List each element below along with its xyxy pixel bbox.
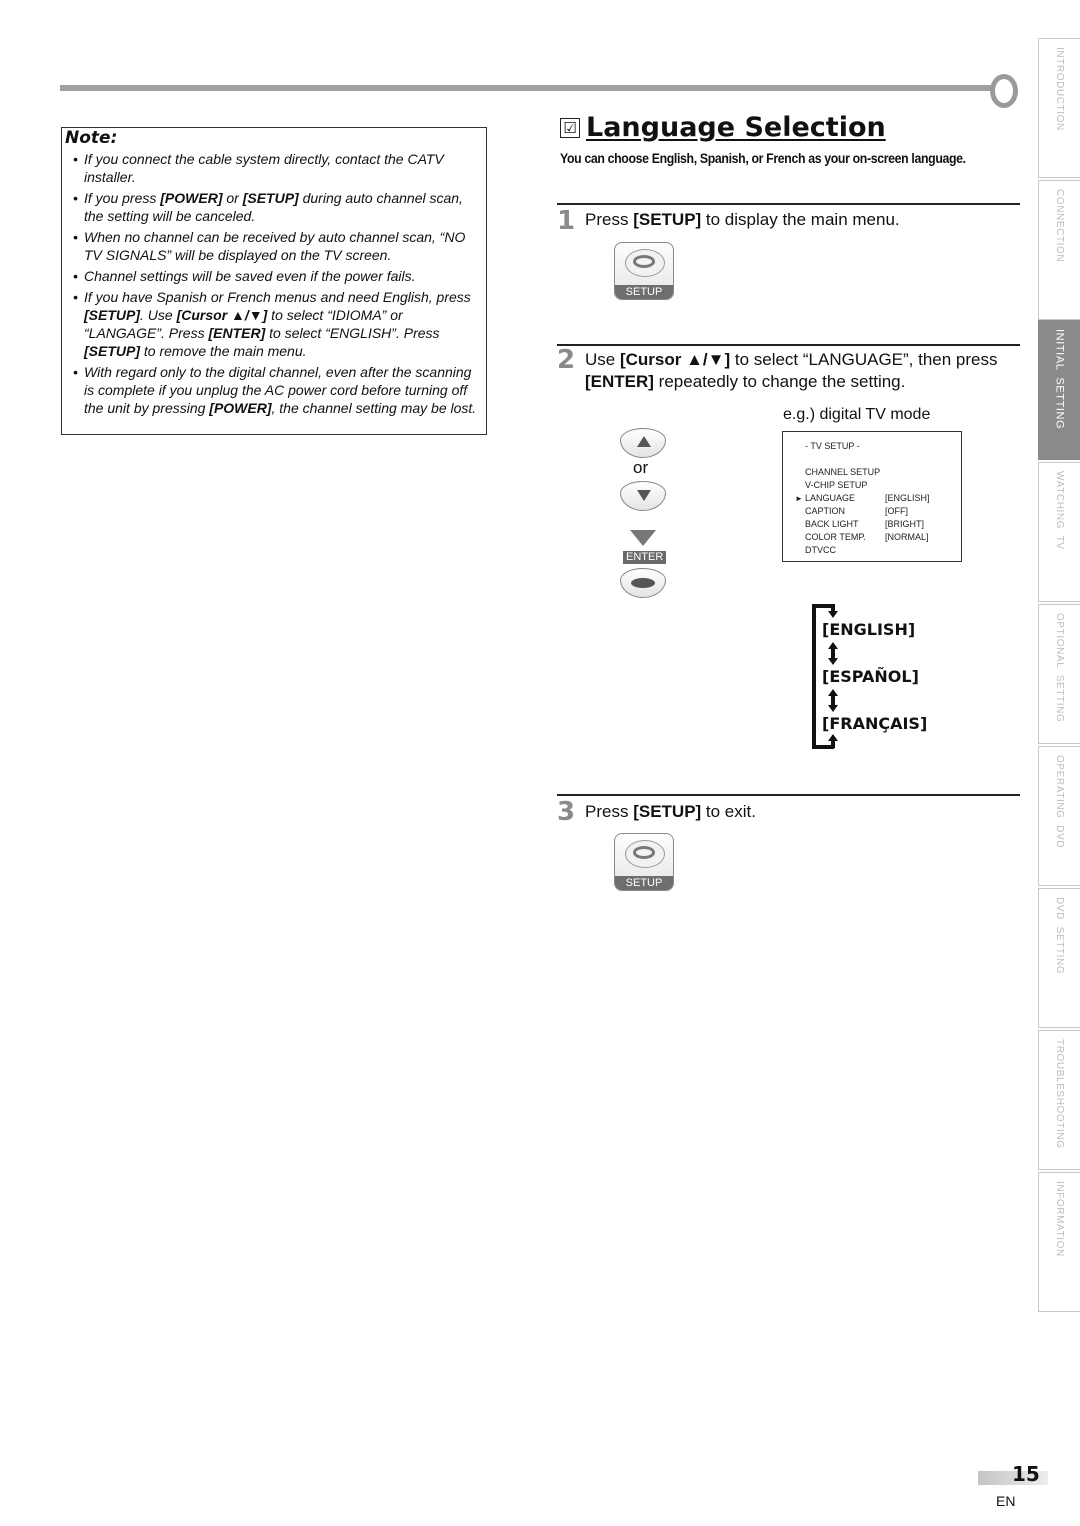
- side-tab-label: WATCHING TV: [1054, 471, 1065, 550]
- side-tab-watching-tv[interactable]: WATCHING TV: [1038, 462, 1080, 602]
- note-item: Channel settings will be saved even if t…: [73, 267, 485, 285]
- tv-menu-caption: e.g.) digital TV mode: [783, 406, 931, 423]
- step-2-text: Use [Cursor ▲/▼] to select “LANGUAGE”, t…: [585, 350, 998, 391]
- step-divider: [557, 794, 1020, 796]
- setup-button[interactable]: SETUP: [614, 833, 674, 891]
- tv-menu-item: V-CHIP SETUP: [805, 480, 868, 490]
- cycle-arrow: [831, 740, 835, 748]
- note-title: Note:: [65, 128, 118, 148]
- note-item: If you have Spanish or French menus and …: [73, 288, 485, 360]
- side-tab-label: TROUBLESHOOTING: [1054, 1039, 1065, 1149]
- enter-bar-icon: [631, 578, 655, 588]
- step-1-text: Press [SETUP] to display the main menu.: [585, 210, 900, 229]
- tv-menu-item: BACK LIGHT: [805, 519, 859, 529]
- cursor-up-button[interactable]: [620, 428, 666, 458]
- language-option-english: [ENGLISH]: [822, 620, 916, 639]
- side-tab-troubleshooting[interactable]: TROUBLESHOOTING: [1038, 1030, 1080, 1170]
- step-divider: [557, 344, 1020, 346]
- note-item: If you connect the cable system directly…: [73, 150, 485, 186]
- checkbox-icon: ☑: [560, 118, 580, 138]
- enter-button[interactable]: [620, 568, 666, 598]
- section-subtitle: You can choose English, Spanish, or Fren…: [560, 150, 966, 166]
- side-tab-introduction[interactable]: INTRODUCTION: [1038, 38, 1080, 178]
- side-tab-label: OPERATING DVD: [1054, 755, 1065, 849]
- language-option-francais: [FRANÇAIS]: [822, 714, 928, 733]
- side-tab-dvd-setting[interactable]: DVD SETTING: [1038, 888, 1080, 1028]
- step-number: 2: [557, 345, 576, 375]
- setup-button[interactable]: SETUP: [614, 242, 674, 300]
- section-title: Language Selection: [586, 112, 886, 143]
- note-item: With regard only to the digital channel,…: [73, 363, 485, 417]
- side-tab-label: CONNECTION: [1054, 189, 1065, 263]
- selection-pointer-icon: ►: [795, 494, 803, 503]
- arrow-down-icon: [828, 658, 838, 665]
- step-3-text: Press [SETUP] to exit.: [585, 802, 756, 821]
- ring-ornament-icon: [990, 74, 1018, 108]
- step-number: 3: [557, 797, 576, 827]
- tv-menu-title: - TV SETUP -: [805, 441, 860, 451]
- page-language: EN: [996, 1493, 1016, 1509]
- setup-button-oval-icon: [625, 249, 665, 277]
- step-divider: [557, 203, 1020, 205]
- setup-button-label: SETUP: [615, 285, 673, 299]
- enter-label: ENTER: [623, 551, 667, 564]
- tv-menu-value: [BRIGHT]: [885, 519, 925, 529]
- language-option-espanol: [ESPAÑOL]: [822, 667, 919, 686]
- tv-menu-item: CHANNEL SETUP: [805, 467, 881, 477]
- side-tab-label: DVD SETTING: [1054, 897, 1065, 975]
- tv-menu-item: COLOR TEMP.: [805, 532, 866, 542]
- then-arrow-icon: [630, 530, 656, 546]
- cursor-down-button[interactable]: [620, 481, 666, 511]
- side-tab-label: INFORMATION: [1054, 1181, 1065, 1257]
- note-item: If you press [POWER] or [SETUP] during a…: [73, 189, 485, 225]
- tv-menu-value: [ENGLISH]: [885, 493, 930, 503]
- tv-menu-value: [OFF]: [885, 506, 908, 516]
- side-tab-label: INITIAL SETTING: [1053, 329, 1066, 430]
- arrow-down-icon: [637, 490, 651, 501]
- side-tab-operating-dvd[interactable]: OPERATING DVD: [1038, 746, 1080, 886]
- side-tab-label: OPTIONAL SETTING: [1054, 613, 1065, 723]
- setup-button-oval-icon: [625, 840, 665, 868]
- side-tab-information[interactable]: INFORMATION: [1038, 1172, 1080, 1312]
- tv-menu-item: CAPTION: [805, 506, 846, 516]
- arrow-up-icon: [637, 436, 651, 447]
- tv-menu-value: [NORMAL]: [885, 532, 929, 542]
- setup-button-label: SETUP: [615, 876, 673, 890]
- arrow-down-icon: [828, 705, 838, 712]
- page-number: 15: [1012, 1462, 1040, 1486]
- note-item: When no channel can be received by auto …: [73, 228, 485, 264]
- top-rule: [60, 85, 992, 91]
- side-tab-label: INTRODUCTION: [1054, 47, 1065, 131]
- tv-setup-menu: - TV SETUP - CHANNEL SETUP V-CHIP SETUP LA…: [782, 431, 962, 562]
- side-tab-connection[interactable]: CONNECTION: [1038, 180, 1080, 320]
- arrow-down-icon: [828, 611, 838, 618]
- step-number: 1: [557, 206, 576, 236]
- tv-menu-item: LANGUAGE: [805, 493, 856, 503]
- note-list: If you connect the cable system directly…: [73, 150, 485, 420]
- tv-menu-item: DTVCC: [805, 545, 836, 555]
- side-tab-optional-setting[interactable]: OPTIONAL SETTING: [1038, 604, 1080, 744]
- side-tab-initial-setting[interactable]: INITIAL SETTING: [1038, 320, 1080, 460]
- or-label: or: [633, 458, 649, 477]
